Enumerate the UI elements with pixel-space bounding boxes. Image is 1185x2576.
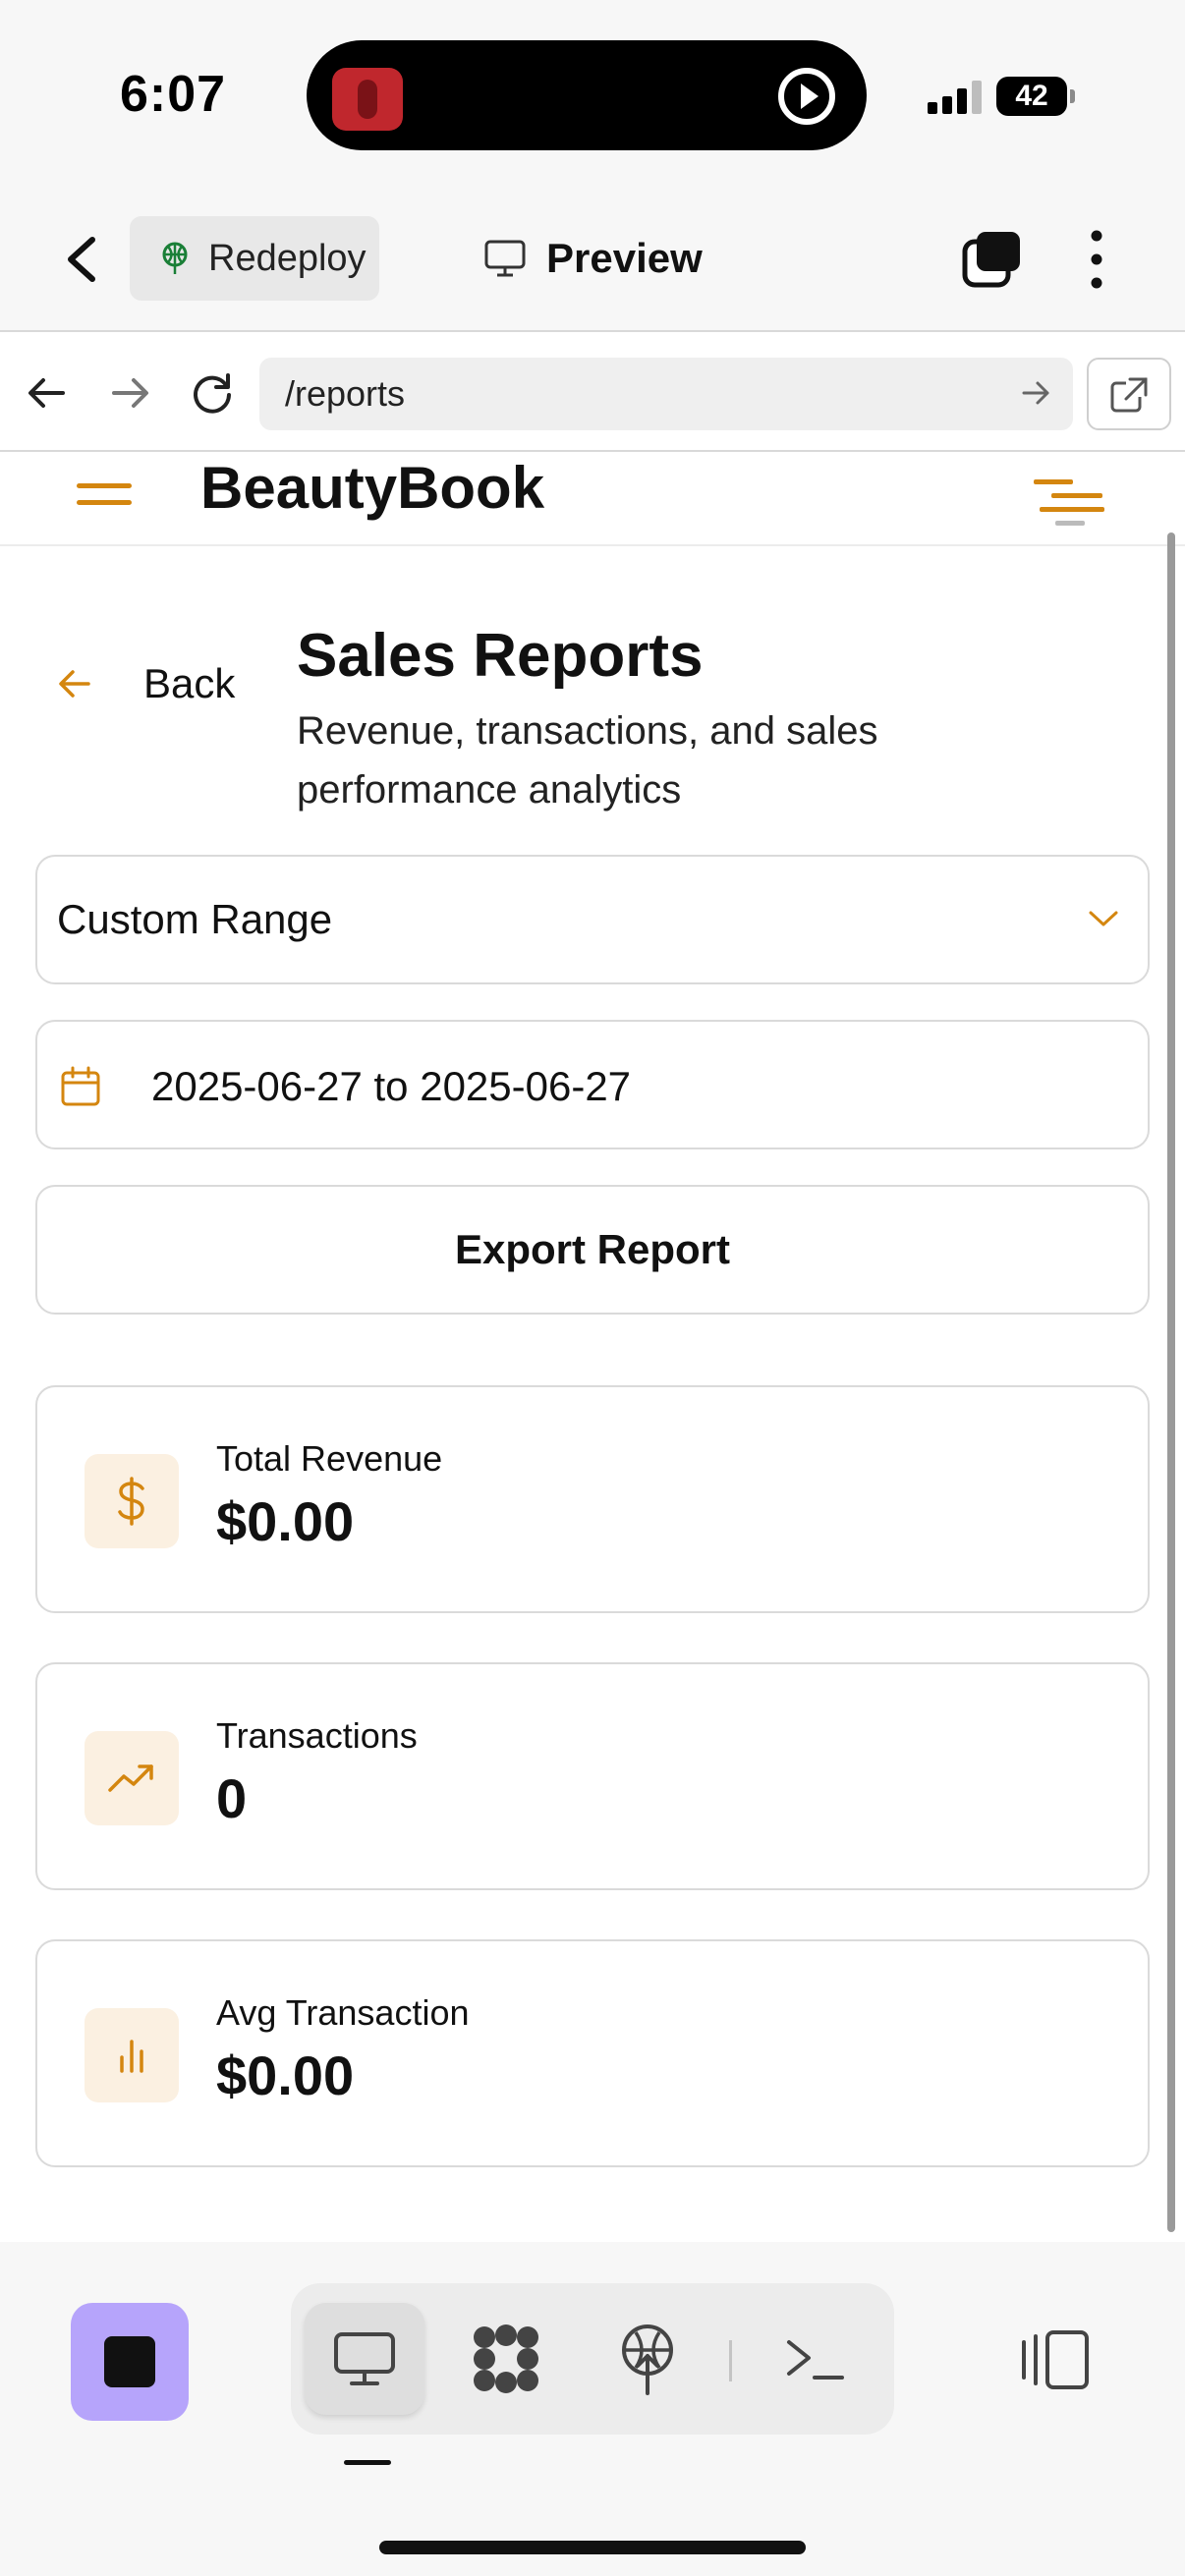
- bottom-toolbar: [0, 2242, 1185, 2576]
- web-viewport: BeautyBook Back Sales Reports Revenue, t…: [0, 454, 1185, 2242]
- stat-value: $0.00: [216, 1490, 355, 1552]
- terminal-view-button[interactable]: [755, 2303, 875, 2415]
- export-report-button[interactable]: Export Report: [35, 1185, 1150, 1315]
- preview-label: Preview: [546, 235, 703, 281]
- battery-icon: 42: [996, 77, 1075, 116]
- stat-card-avg-transaction: Avg Transaction $0.00: [35, 1939, 1150, 2167]
- site-navbar: BeautyBook: [0, 454, 1185, 546]
- page-title: Sales Reports: [297, 622, 704, 690]
- open-external-button[interactable]: [1087, 358, 1171, 430]
- dynamic-island: [307, 40, 867, 150]
- date-range-picker[interactable]: 2025-06-27 to 2025-06-27: [35, 1020, 1150, 1149]
- now-playing-app-icon: [332, 68, 403, 131]
- preview-view-button[interactable]: [305, 2303, 424, 2415]
- stat-label: Transactions: [216, 1715, 418, 1756]
- browser-forward-icon[interactable]: [104, 367, 155, 419]
- terminal-icon: [787, 2340, 844, 2380]
- monitor-icon: [484, 240, 526, 277]
- calendar-icon: [61, 1066, 100, 1106]
- play-icon: [778, 68, 835, 125]
- more-options-icon[interactable]: [1079, 228, 1114, 291]
- back-link[interactable]: Back: [57, 660, 235, 707]
- apps-icon: [474, 2324, 538, 2393]
- profile-thumbnail[interactable]: [1034, 474, 1106, 531]
- view-switcher: [291, 2283, 894, 2435]
- stat-card-total-revenue: Total Revenue $0.00: [35, 1385, 1150, 1613]
- home-indicator: [379, 2541, 806, 2554]
- tabs-icon[interactable]: [961, 230, 1022, 289]
- chevron-down-icon: [1089, 911, 1118, 926]
- arrow-left-icon: [59, 670, 90, 698]
- page-scrollbar[interactable]: [1167, 532, 1175, 2232]
- stat-label: Avg Transaction: [216, 1992, 470, 2033]
- stop-icon: [104, 2336, 155, 2387]
- export-report-label: Export Report: [454, 1226, 730, 1272]
- redeploy-button[interactable]: Redeploy: [130, 216, 379, 301]
- url-input[interactable]: /reports: [259, 358, 1073, 430]
- deploy-view-button[interactable]: [588, 2303, 707, 2415]
- stop-button[interactable]: [71, 2303, 189, 2421]
- status-time: 6:07: [120, 66, 227, 123]
- date-range-select[interactable]: Custom Range: [35, 855, 1150, 984]
- page-subtitle: Revenue, transactions, and sales perform…: [297, 709, 878, 812]
- back-label: Back: [143, 660, 236, 706]
- deploy-icon: [622, 2324, 673, 2395]
- dollar-icon: [85, 1454, 179, 1548]
- back-chevron-icon[interactable]: [59, 232, 106, 287]
- trending-up-icon: [85, 1731, 179, 1825]
- active-view-indicator: [344, 2460, 391, 2465]
- status-bar: 6:07 42: [0, 0, 1185, 187]
- stat-card-transactions: Transactions 0: [35, 1662, 1150, 1890]
- deploy-icon: [162, 242, 188, 274]
- preview-tab[interactable]: Preview: [483, 216, 703, 301]
- side-panel-icon[interactable]: [1018, 2328, 1091, 2391]
- reload-icon[interactable]: [187, 367, 238, 419]
- stat-label: Total Revenue: [216, 1438, 443, 1479]
- brand-logo-text[interactable]: BeautyBook: [200, 454, 544, 522]
- cellular-signal-icon: [928, 81, 983, 114]
- toolbar-divider: [729, 2340, 732, 2381]
- monitor-icon: [334, 2332, 395, 2385]
- date-range-text: 2025-06-27 to 2025-06-27: [151, 1063, 632, 1109]
- app-header: Redeploy Preview: [0, 187, 1185, 332]
- browser-back-icon[interactable]: [22, 367, 73, 419]
- menu-icon[interactable]: [77, 483, 132, 523]
- external-link-icon: [1110, 377, 1148, 413]
- bar-chart-icon: [85, 2008, 179, 2102]
- stat-value: 0: [216, 1767, 248, 1829]
- url-text: /reports: [285, 373, 406, 414]
- browser-bar: /reports: [0, 334, 1185, 452]
- redeploy-label: Redeploy: [208, 237, 367, 279]
- date-range-select-value: Custom Range: [57, 896, 333, 942]
- apps-view-button[interactable]: [446, 2303, 566, 2415]
- stat-value: $0.00: [216, 2044, 355, 2106]
- go-arrow-icon[interactable]: [1016, 373, 1055, 413]
